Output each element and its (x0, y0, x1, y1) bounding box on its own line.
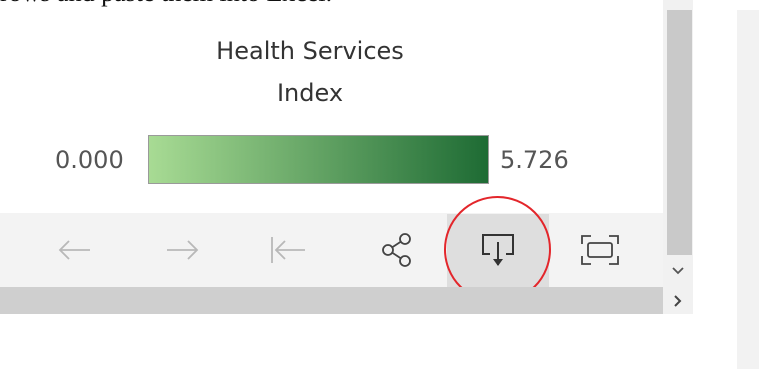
redo-arrow-icon (167, 240, 199, 260)
side-panel (737, 10, 759, 369)
legend-min-value: 0.000 (55, 146, 124, 174)
viz-toolbar (0, 213, 663, 287)
legend-title-line1: Health Services (216, 37, 404, 65)
legend-title-line2: Index (276, 79, 344, 107)
screenshot-page: rows and paste them into Excel. Health S… (0, 0, 759, 369)
redo-button[interactable] (152, 213, 212, 287)
share-button[interactable] (367, 213, 427, 287)
chevron-down-icon (672, 267, 684, 275)
chevron-right-icon (674, 294, 682, 307)
fullscreen-icon (581, 235, 619, 265)
undo-button[interactable] (45, 213, 105, 287)
revert-button[interactable] (258, 213, 318, 287)
scroll-down-button[interactable] (663, 256, 693, 286)
share-icon (382, 233, 411, 267)
vertical-scrollbar-thumb[interactable] (667, 10, 692, 255)
legend-color-ramp (148, 135, 489, 184)
undo-arrow-icon (58, 240, 90, 260)
revert-icon (271, 237, 305, 263)
blank-area (0, 314, 693, 369)
legend-title: Health Services Index (190, 30, 430, 114)
scroll-right-button[interactable] (663, 287, 693, 314)
horizontal-scrollbar-thumb[interactable] (0, 287, 663, 314)
document-text: rows and paste them into Excel. (0, 0, 332, 8)
fullscreen-button[interactable] (570, 213, 630, 287)
legend-max-value: 5.726 (500, 146, 569, 174)
